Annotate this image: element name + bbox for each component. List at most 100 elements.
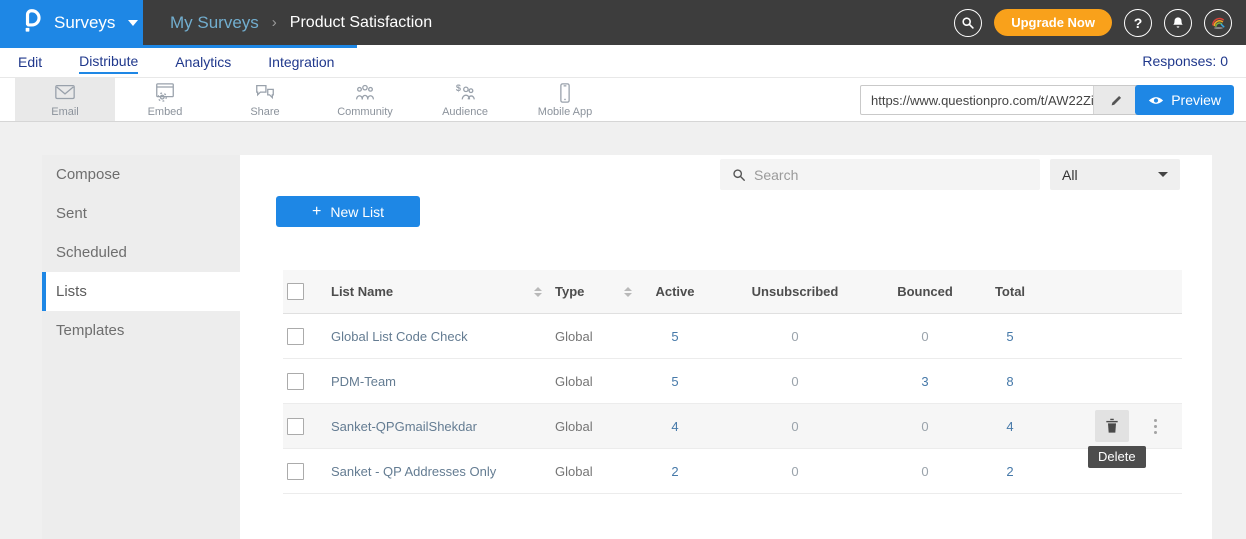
channel-audience-label: Audience xyxy=(442,106,488,118)
sort-icon[interactable] xyxy=(624,287,632,297)
preview-button[interactable]: Preview xyxy=(1135,85,1234,115)
list-type: Global xyxy=(555,329,593,344)
row-checkbox[interactable] xyxy=(287,418,304,435)
chevron-down-icon xyxy=(128,20,138,26)
table-row[interactable]: Sanket - QP Addresses Only Global 2 0 0 … xyxy=(283,449,1182,494)
sidebar-item-sent[interactable]: Sent xyxy=(42,194,240,233)
bounced-count[interactable]: 0 xyxy=(921,464,928,479)
breadcrumb: My Surveys › Product Satisfaction xyxy=(170,13,432,33)
sort-icon[interactable] xyxy=(534,287,542,297)
edit-url-button[interactable] xyxy=(1093,86,1139,114)
new-list-button-label: New List xyxy=(330,204,384,220)
tab-distribute[interactable]: Distribute xyxy=(79,48,138,74)
table-row[interactable]: Global List Code Check Global 5 0 0 5 xyxy=(283,314,1182,359)
pencil-icon xyxy=(1110,94,1123,107)
total-count-link[interactable]: 4 xyxy=(1006,419,1013,434)
channel-mobile-app[interactable]: Mobile App xyxy=(515,78,615,121)
filter-selected-value: All xyxy=(1062,167,1078,183)
topbar-actions: Upgrade Now ? xyxy=(954,9,1246,37)
row-checkbox[interactable] xyxy=(287,463,304,480)
responses-count[interactable]: Responses: 0 xyxy=(1142,53,1228,69)
total-count-link[interactable]: 8 xyxy=(1006,374,1013,389)
list-type-filter-dropdown[interactable]: All xyxy=(1050,159,1180,190)
tab-edit[interactable]: Edit xyxy=(18,49,42,73)
channel-community-label: Community xyxy=(337,106,393,118)
table-row-hovered[interactable]: Sanket-QPGmailShekdar Global 4 0 0 4 xyxy=(283,404,1182,449)
active-count-link[interactable]: 5 xyxy=(671,374,678,389)
tab-analytics[interactable]: Analytics xyxy=(175,49,231,73)
list-name-link[interactable]: Sanket - QP Addresses Only xyxy=(331,464,496,479)
list-name-link[interactable]: Global List Code Check xyxy=(331,329,468,344)
eye-icon xyxy=(1148,95,1164,106)
bounced-count[interactable]: 0 xyxy=(921,419,928,434)
channel-email-label: Email xyxy=(51,106,79,118)
email-lists-panel: Compose Sent Scheduled Lists Templates A… xyxy=(42,155,1212,539)
help-button[interactable]: ? xyxy=(1124,9,1152,37)
list-name-link[interactable]: PDM-Team xyxy=(331,374,396,389)
channel-embed-label: Embed xyxy=(148,106,183,118)
channel-share[interactable]: Share xyxy=(215,78,315,121)
total-count-link[interactable]: 2 xyxy=(1006,464,1013,479)
community-icon xyxy=(354,82,376,104)
table-row[interactable]: PDM-Team Global 5 0 3 8 xyxy=(283,359,1182,404)
search-field[interactable] xyxy=(720,159,1040,190)
active-count-link[interactable]: 5 xyxy=(671,329,678,344)
email-icon xyxy=(54,82,76,104)
questionpro-logo-icon xyxy=(20,7,43,39)
survey-url-text[interactable]: https://www.questionpro.com/t/AW22ZiLz6 xyxy=(861,93,1093,108)
unsubscribed-count[interactable]: 0 xyxy=(791,419,798,434)
breadcrumb-separator: › xyxy=(272,14,277,31)
top-bar: Surveys My Surveys › Product Satisfactio… xyxy=(0,0,1246,45)
channel-email[interactable]: Email xyxy=(15,78,115,121)
search-icon xyxy=(961,16,975,30)
list-type: Global xyxy=(555,419,593,434)
sidebar-item-compose[interactable]: Compose xyxy=(42,155,240,194)
column-header-type[interactable]: Type xyxy=(555,284,584,299)
unsubscribed-count[interactable]: 0 xyxy=(791,329,798,344)
notifications-button[interactable] xyxy=(1164,9,1192,37)
channel-embed[interactable]: Embed xyxy=(115,78,215,121)
sidebar-item-scheduled[interactable]: Scheduled xyxy=(42,233,240,272)
new-list-button[interactable]: + New List xyxy=(276,196,420,227)
unsubscribed-count[interactable]: 0 xyxy=(791,374,798,389)
lists-main-area: All + New List List Name Type xyxy=(240,155,1212,539)
row-more-actions-icon[interactable] xyxy=(1150,415,1161,438)
row-checkbox[interactable] xyxy=(287,328,304,345)
bounced-count[interactable]: 0 xyxy=(921,329,928,344)
surveys-menu-label: Surveys xyxy=(54,13,115,33)
audience-icon: $ xyxy=(454,82,476,104)
search-input[interactable] xyxy=(754,167,1040,183)
channel-audience[interactable]: $ Audience xyxy=(415,78,515,121)
svg-text:$: $ xyxy=(456,83,461,93)
survey-nav-tabs: Edit Distribute Analytics Integration Re… xyxy=(0,45,1246,78)
email-sidebar: Compose Sent Scheduled Lists Templates xyxy=(42,155,240,539)
list-type: Global xyxy=(555,464,593,479)
search-button[interactable] xyxy=(954,9,982,37)
delete-tooltip: Delete xyxy=(1088,446,1146,468)
column-header-active: Active xyxy=(640,284,710,299)
tab-integration[interactable]: Integration xyxy=(268,49,334,73)
row-checkbox[interactable] xyxy=(287,373,304,390)
channel-community[interactable]: Community xyxy=(315,78,415,121)
breadcrumb-my-surveys[interactable]: My Surveys xyxy=(170,13,259,33)
unsubscribed-count[interactable]: 0 xyxy=(791,464,798,479)
list-name-link[interactable]: Sanket-QPGmailShekdar xyxy=(331,419,477,434)
sidebar-item-lists[interactable]: Lists xyxy=(42,272,240,311)
upgrade-now-button[interactable]: Upgrade Now xyxy=(994,9,1112,36)
delete-list-button[interactable] xyxy=(1095,410,1129,442)
table-header-row: List Name Type Active Unsubscribed Bounc… xyxy=(283,270,1182,314)
total-count-link[interactable]: 5 xyxy=(1006,329,1013,344)
account-avatar[interactable] xyxy=(1204,9,1232,37)
list-type: Global xyxy=(555,374,593,389)
survey-url-box[interactable]: https://www.questionpro.com/t/AW22ZiLz6 xyxy=(860,85,1140,115)
active-count-link[interactable]: 2 xyxy=(671,464,678,479)
sidebar-item-templates[interactable]: Templates xyxy=(42,311,240,350)
column-header-list-name[interactable]: List Name xyxy=(331,284,393,299)
select-all-checkbox[interactable] xyxy=(287,283,304,300)
rainbow-gauge-icon xyxy=(1209,13,1228,32)
bounced-count[interactable]: 3 xyxy=(921,374,928,389)
column-header-bounced: Bounced xyxy=(880,284,970,299)
surveys-menu[interactable]: Surveys xyxy=(0,0,143,45)
active-count-link[interactable]: 4 xyxy=(671,419,678,434)
channel-mobile-app-label: Mobile App xyxy=(538,106,592,118)
